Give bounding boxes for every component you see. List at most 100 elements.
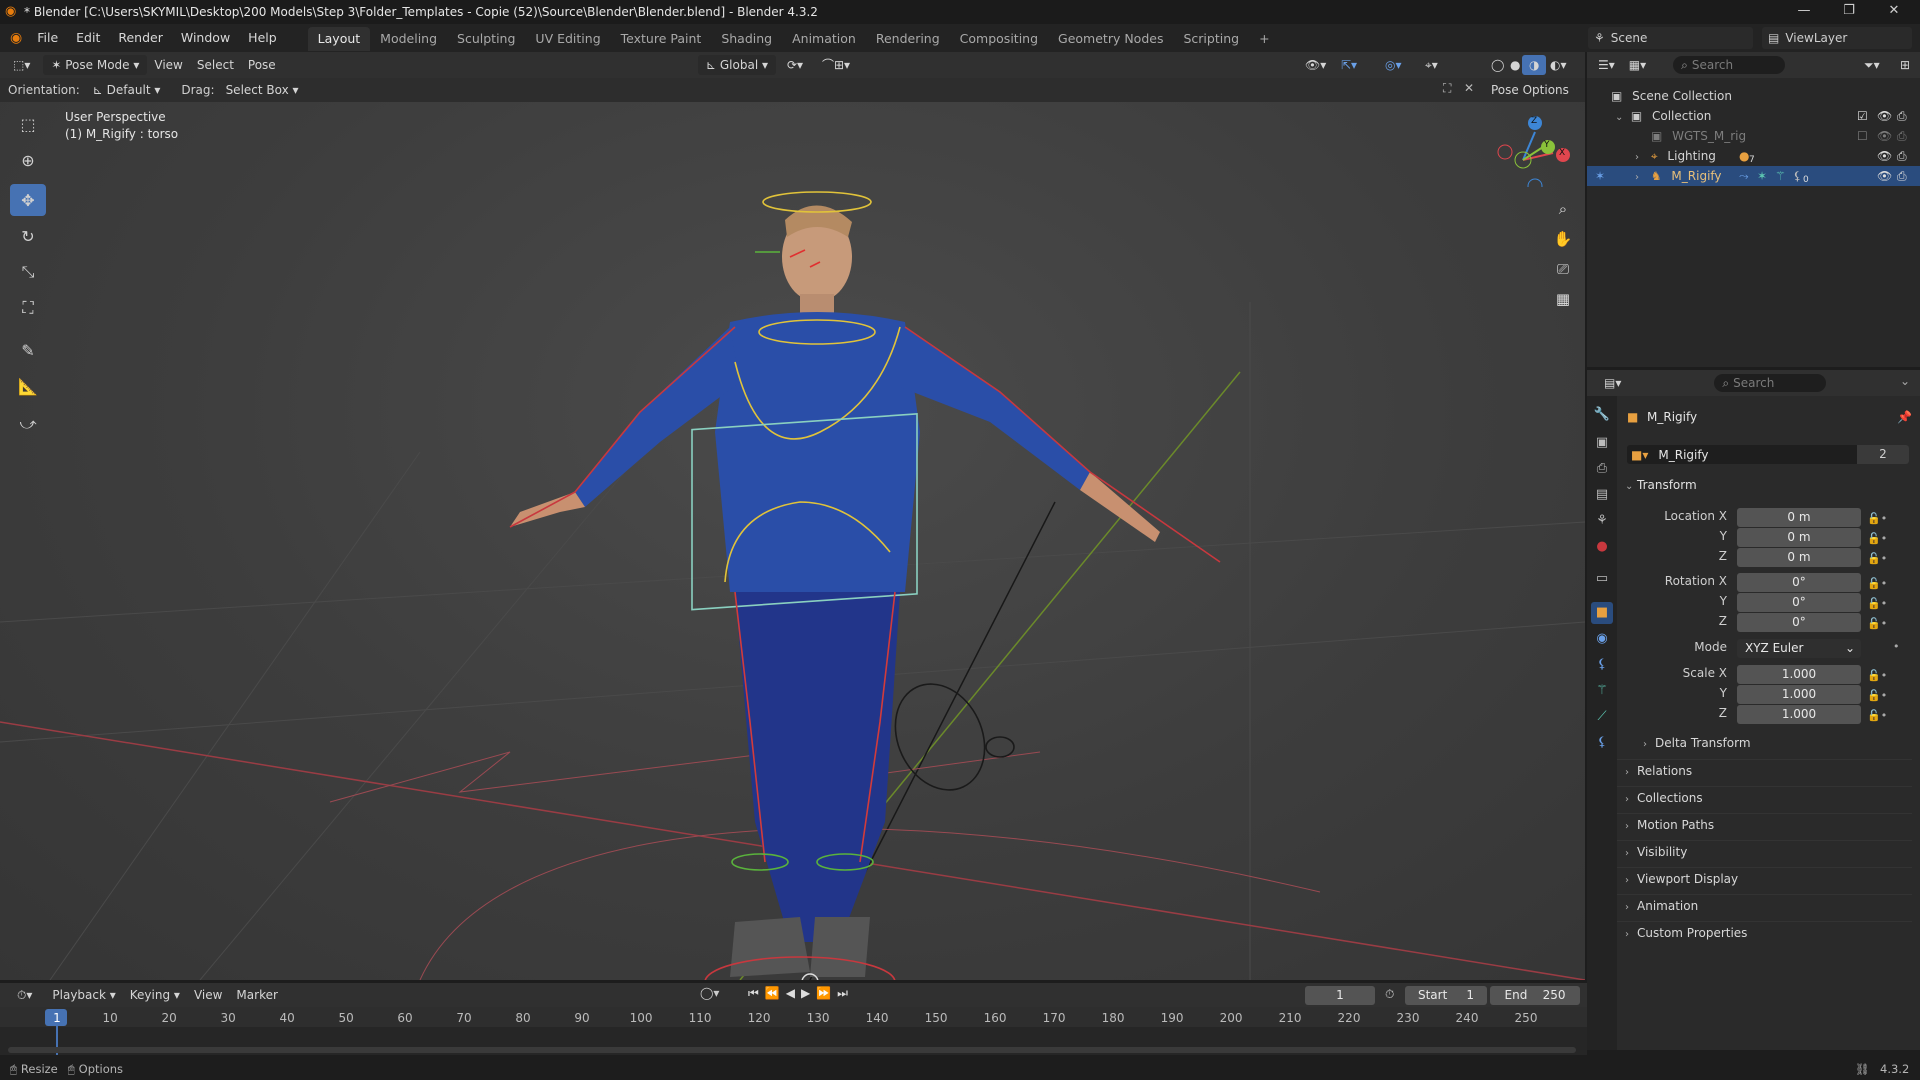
minimize-button[interactable]: — [1784,0,1824,24]
tab-uv-editing[interactable]: UV Editing [525,27,610,51]
tab-scripting[interactable]: Scripting [1173,27,1249,51]
lock-icons-scale[interactable]: 🔓• 🔓• 🔓• [1867,666,1887,726]
viewlayer-selector[interactable]: ▤ ViewLayer [1762,27,1912,49]
camera-icon[interactable]: ⎙ [1897,126,1907,146]
properties-search[interactable]: ⌕ Search [1714,374,1827,392]
constraints-tab-icon[interactable]: ⚸ [1591,654,1613,676]
rotation-x-field[interactable]: 0° [1737,573,1861,592]
camera-view-icon[interactable]: ⎚ [1549,255,1577,283]
menu-keying[interactable]: Keying ▾ [123,985,187,1005]
menu-timeline-view[interactable]: View [187,985,229,1005]
playback-controls[interactable]: ⏮⏪◀▶⏩⏭ [748,986,854,1001]
timeline-scrollbar[interactable] [8,1047,1576,1053]
snap-icon[interactable]: ⌒⊞▾ [815,55,857,75]
xray-icon[interactable]: ⌖▾ [1418,55,1445,75]
tab-rendering[interactable]: Rendering [866,27,950,51]
properties-editor-icon[interactable]: ▤▾ [1597,373,1628,393]
physics-tab-icon[interactable]: ◉ [1591,628,1613,650]
bone-constraints-tab-icon[interactable]: ⚸ [1591,732,1613,754]
add-workspace-button[interactable]: + [1249,27,1279,51]
shading-rendered-icon[interactable]: ◐▾ [1543,55,1574,75]
3d-viewport[interactable]: Z X Y ⌕ ✋ ⎚ ▦ [0,102,1585,980]
scale-z-field[interactable]: 1.000 [1737,705,1861,724]
view-layer-tab-icon[interactable]: ▤ [1591,484,1613,506]
pin-icon[interactable]: 📌 [1897,410,1912,424]
tab-texture-paint[interactable]: Texture Paint [611,27,712,51]
zoom-icon[interactable]: ⌕ [1549,195,1577,223]
tool-tab-icon[interactable]: 🔧 [1591,404,1613,426]
section-collections[interactable]: › Collections [1617,786,1912,808]
menu-pose[interactable]: Pose [241,55,283,75]
current-frame-field[interactable]: 1 [1305,986,1375,1005]
tab-sculpting[interactable]: Sculpting [447,27,525,51]
close-button[interactable]: ✕ [1874,0,1914,24]
start-frame-field[interactable]: Start 1 [1405,986,1487,1005]
outliner-editor-icon[interactable]: ☰▾ [1591,55,1622,75]
scale-y-field[interactable]: 1.000 [1737,685,1861,704]
auto-keying-icon[interactable]: ◯▾ [700,986,719,1000]
expand-arrow-icon[interactable]: ⌄ [1615,108,1627,128]
camera-icon[interactable]: ⎙ [1897,146,1907,166]
transform-icon[interactable]: ⛶ [10,292,46,324]
close-header-icon[interactable]: ✕ [1464,81,1474,95]
perspective-grid-icon[interactable]: ▦ [1549,285,1577,313]
transform-orientation-dropdown[interactable]: ⊾ Global ▾ [698,55,776,75]
navigation-gizmo[interactable]: Z X Y [1495,107,1575,194]
outliner-item-collection[interactable]: ⌄ ▣ Collection ☑ 👁 ⎙ [1587,106,1920,126]
rotate-icon[interactable]: ↻ [10,220,46,252]
section-delta-transform[interactable]: › Delta Transform [1643,732,1913,754]
move-icon[interactable]: ✥ [10,184,46,216]
scene-selector[interactable]: ⚘ Scene [1588,27,1753,49]
lock-icons-rotation[interactable]: 🔓• 🔓• 🔓• [1867,574,1887,634]
users-count[interactable]: 2 [1857,445,1909,464]
expand-arrow-icon[interactable]: › [1635,148,1647,168]
pan-hand-icon[interactable]: ✋ [1549,225,1577,253]
world-tab-icon[interactable]: ● [1591,536,1613,558]
menu-file[interactable]: File [28,24,67,52]
location-x-field[interactable]: 0 m [1737,508,1861,527]
tab-modeling[interactable]: Modeling [370,27,447,51]
outliner-item-m-rigify[interactable]: ✶ › ♞ M_Rigify ⤳ ✶ ⚚ ⚸ 0 👁 ⎙ [1587,166,1920,186]
tab-animation[interactable]: Animation [782,27,866,51]
preview-range-icon[interactable]: ⏱ [1385,987,1394,1002]
section-custom-properties[interactable]: › Custom Properties [1617,921,1912,943]
keyframe-dot-icon[interactable]: • [1893,640,1900,653]
location-y-field[interactable]: 0 m [1737,528,1861,547]
tab-shading[interactable]: Shading [711,27,782,51]
end-frame-field[interactable]: End 250 [1490,986,1580,1005]
scale-x-field[interactable]: 1.000 [1737,665,1861,684]
eye-icon[interactable]: 👁 [1877,166,1892,186]
rotation-mode-dropdown[interactable]: XYZ Euler ⌄ [1737,639,1861,658]
outliner-search[interactable]: ⌕ Search [1673,56,1786,74]
pose-options-button[interactable]: Pose Options ▾ [1484,80,1585,117]
menu-render[interactable]: Render [109,24,172,52]
pin-icon[interactable]: ⛶ [1443,81,1451,96]
filter-icon[interactable]: ⏷▾ [1857,55,1887,75]
outliner-item-wgts[interactable]: ▣ WGTS_M_rig ☐ 👁 ⎙ [1587,126,1920,146]
menu-edit[interactable]: Edit [67,24,109,52]
new-collection-icon[interactable]: ⊞ [1893,55,1917,75]
data-tab-icon[interactable]: ⚚ [1591,680,1613,702]
checkbox-icon[interactable]: ☑ [1857,106,1868,126]
section-viewport-display[interactable]: › Viewport Display [1617,867,1912,889]
tab-compositing[interactable]: Compositing [950,27,1048,51]
object-datablock-field[interactable]: ■▾ M_Rigify 2 [1627,445,1909,464]
section-visibility[interactable]: › Visibility [1617,840,1912,862]
rotation-y-field[interactable]: 0° [1737,593,1861,612]
collection-tab-icon[interactable]: ▭ [1591,568,1613,590]
eye-icon[interactable]: 👁 [1877,126,1892,146]
options-chevron-icon[interactable]: ⌄ [1900,374,1910,388]
menu-window[interactable]: Window [172,24,239,52]
timeline-editor-icon[interactable]: ⏱▾ [10,985,39,1005]
display-mode-icon[interactable]: ▦▾ [1622,55,1653,75]
section-animation[interactable]: › Animation [1617,894,1912,916]
timeline-area[interactable]: 1 10 20 30 40 50 60 70 80 90 100 110 120 130 140 150 160… [0,1007,1587,1055]
scene-tab-icon[interactable]: ⚘ [1591,510,1613,532]
location-z-field[interactable]: 0 m [1737,548,1861,567]
expand-arrow-icon[interactable]: › [1635,168,1647,188]
object-tab-icon[interactable]: ■ [1591,602,1613,624]
blender-menu-icon[interactable]: ◉ [10,30,22,46]
drag-dropdown[interactable]: Select Box ▾ [219,80,306,100]
tab-layout[interactable]: Layout [307,27,371,51]
menu-playback[interactable]: Playback ▾ [45,985,122,1005]
